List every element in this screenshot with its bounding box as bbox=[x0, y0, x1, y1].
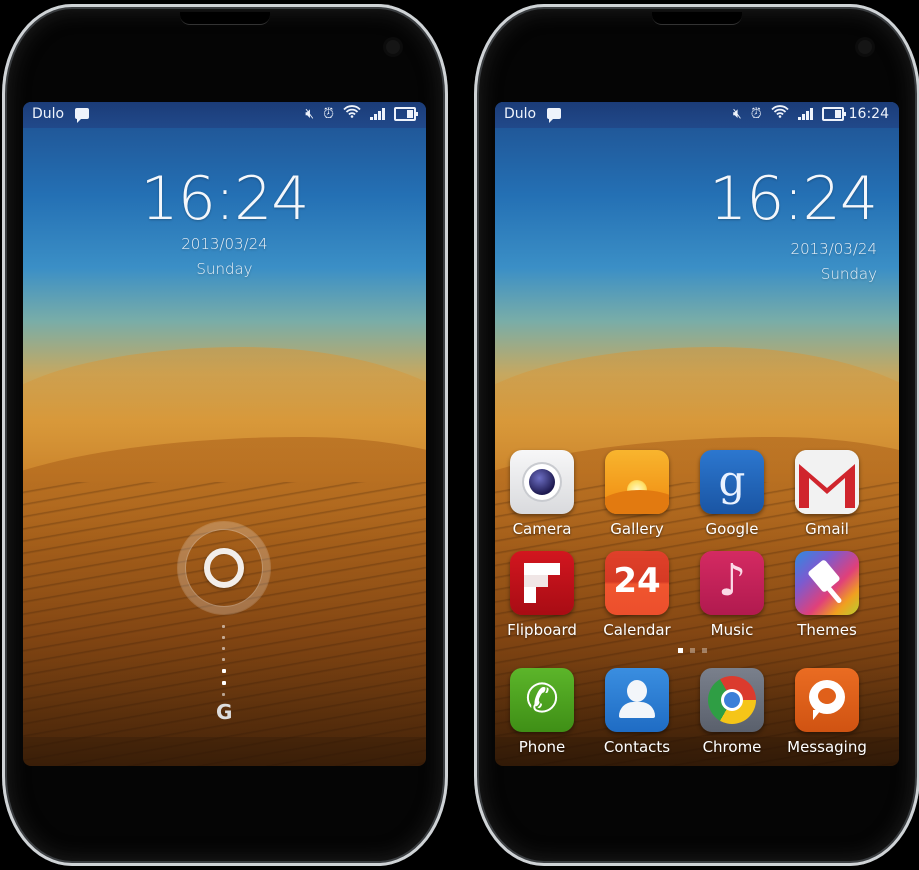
app-music[interactable]: ♪ Music bbox=[687, 551, 777, 639]
dock-app-messaging[interactable]: Messaging bbox=[782, 668, 872, 756]
lock-clock-date: 2013/03/24 bbox=[181, 235, 268, 253]
speaker-grille bbox=[180, 12, 270, 25]
track-dot bbox=[222, 636, 225, 639]
track-dot bbox=[222, 658, 225, 661]
app-label: Phone bbox=[518, 738, 566, 756]
app-label: Chrome bbox=[702, 738, 762, 756]
signal-icon bbox=[370, 107, 385, 120]
contacts-icon bbox=[605, 668, 669, 732]
carrier-name: Dulo bbox=[32, 106, 65, 122]
front-camera bbox=[858, 40, 872, 54]
wifi-icon bbox=[343, 105, 361, 122]
app-label: Gmail bbox=[805, 520, 849, 538]
track-dot bbox=[222, 693, 225, 696]
handset-glyph: ✆ bbox=[525, 676, 559, 722]
lock-clock-time: 16:24 bbox=[140, 164, 310, 234]
app-label: Messaging bbox=[787, 738, 867, 756]
page-dot[interactable] bbox=[702, 648, 707, 653]
track-dot bbox=[222, 647, 225, 650]
app-calendar[interactable]: 24 Calendar bbox=[592, 551, 682, 639]
phone-lock-screen: Dulo 🔇︎ ⏰︎ 16:24 2013/03/24 Sunday G bbox=[2, 4, 448, 866]
home-clock-day: Sunday bbox=[820, 265, 877, 283]
music-icon: ♪ bbox=[700, 551, 764, 615]
calendar-day-number: 24 bbox=[613, 561, 661, 601]
dock-app-contacts[interactable]: Contacts bbox=[592, 668, 682, 756]
home-clock-time[interactable]: 16:24 bbox=[709, 164, 878, 234]
app-themes[interactable]: Themes bbox=[782, 551, 872, 639]
chrome-icon bbox=[700, 668, 764, 732]
track-dot bbox=[222, 681, 226, 685]
app-label: Camera bbox=[512, 520, 572, 538]
track-dot bbox=[222, 625, 225, 628]
battery-icon bbox=[394, 106, 418, 121]
alarm-icon: ⏰︎ bbox=[750, 105, 762, 122]
app-label: Music bbox=[710, 621, 754, 639]
message-icon bbox=[75, 108, 89, 123]
app-label: Gallery bbox=[610, 520, 664, 538]
camera-icon bbox=[510, 450, 574, 514]
home-screen: Dulo 🔇︎ ⏰︎ 16:24 16:24 2013/03/24 Sunday bbox=[495, 102, 899, 766]
lock-screen: Dulo 🔇︎ ⏰︎ 16:24 2013/03/24 Sunday G bbox=[23, 102, 426, 766]
front-camera bbox=[386, 40, 400, 54]
battery-icon bbox=[821, 106, 846, 121]
alarm-icon: ⏰︎ bbox=[323, 105, 334, 122]
message-icon bbox=[547, 108, 561, 123]
page-dot[interactable] bbox=[690, 648, 695, 653]
calendar-icon: 24 bbox=[605, 551, 669, 615]
messaging-icon bbox=[795, 668, 859, 732]
unlock-target-icon[interactable]: G bbox=[216, 700, 232, 724]
wifi-icon bbox=[770, 105, 789, 122]
phone-icon: ✆ bbox=[510, 668, 574, 732]
track-dot bbox=[222, 669, 226, 673]
home-clock-date: 2013/03/24 bbox=[790, 240, 877, 258]
app-google[interactable]: g Google bbox=[687, 450, 777, 538]
flipboard-icon bbox=[510, 551, 574, 615]
app-label: Google bbox=[705, 520, 759, 538]
lock-clock-day: Sunday bbox=[196, 260, 253, 278]
status-time: 16:24 bbox=[848, 105, 889, 122]
mute-icon: 🔇︎ bbox=[305, 105, 315, 122]
page-dot-active[interactable] bbox=[678, 648, 683, 653]
app-gallery[interactable]: Gallery bbox=[592, 450, 682, 538]
gmail-icon bbox=[795, 450, 859, 514]
status-bar[interactable]: Dulo 🔇︎ ⏰︎ bbox=[23, 102, 426, 128]
themes-icon bbox=[795, 551, 859, 615]
gallery-icon bbox=[605, 450, 669, 514]
carrier-name: Dulo bbox=[504, 106, 537, 122]
signal-icon bbox=[797, 107, 813, 120]
phone-home-screen: Dulo 🔇︎ ⏰︎ 16:24 16:24 2013/03/24 Sunday bbox=[474, 4, 919, 866]
app-camera[interactable]: Camera bbox=[497, 450, 587, 538]
dock-app-phone[interactable]: ✆ Phone bbox=[497, 668, 587, 756]
music-note-glyph: ♪ bbox=[717, 555, 747, 606]
app-label: Contacts bbox=[603, 738, 671, 756]
unlock-handle[interactable] bbox=[186, 530, 262, 606]
unlock-ring-icon bbox=[204, 548, 244, 588]
mute-icon: 🔇︎ bbox=[732, 105, 742, 122]
speaker-grille bbox=[652, 12, 742, 25]
google-icon: g bbox=[700, 450, 764, 514]
app-gmail[interactable]: Gmail bbox=[782, 450, 872, 538]
app-label: Themes bbox=[797, 621, 857, 639]
dock-app-chrome[interactable]: Chrome bbox=[687, 668, 777, 756]
status-bar[interactable]: Dulo 🔇︎ ⏰︎ 16:24 bbox=[495, 102, 899, 128]
app-label: Flipboard bbox=[507, 621, 577, 639]
app-label: Calendar bbox=[603, 621, 671, 639]
page-indicator[interactable] bbox=[678, 648, 707, 653]
app-flipboard[interactable]: Flipboard bbox=[497, 551, 587, 639]
unlock-track bbox=[222, 625, 226, 704]
